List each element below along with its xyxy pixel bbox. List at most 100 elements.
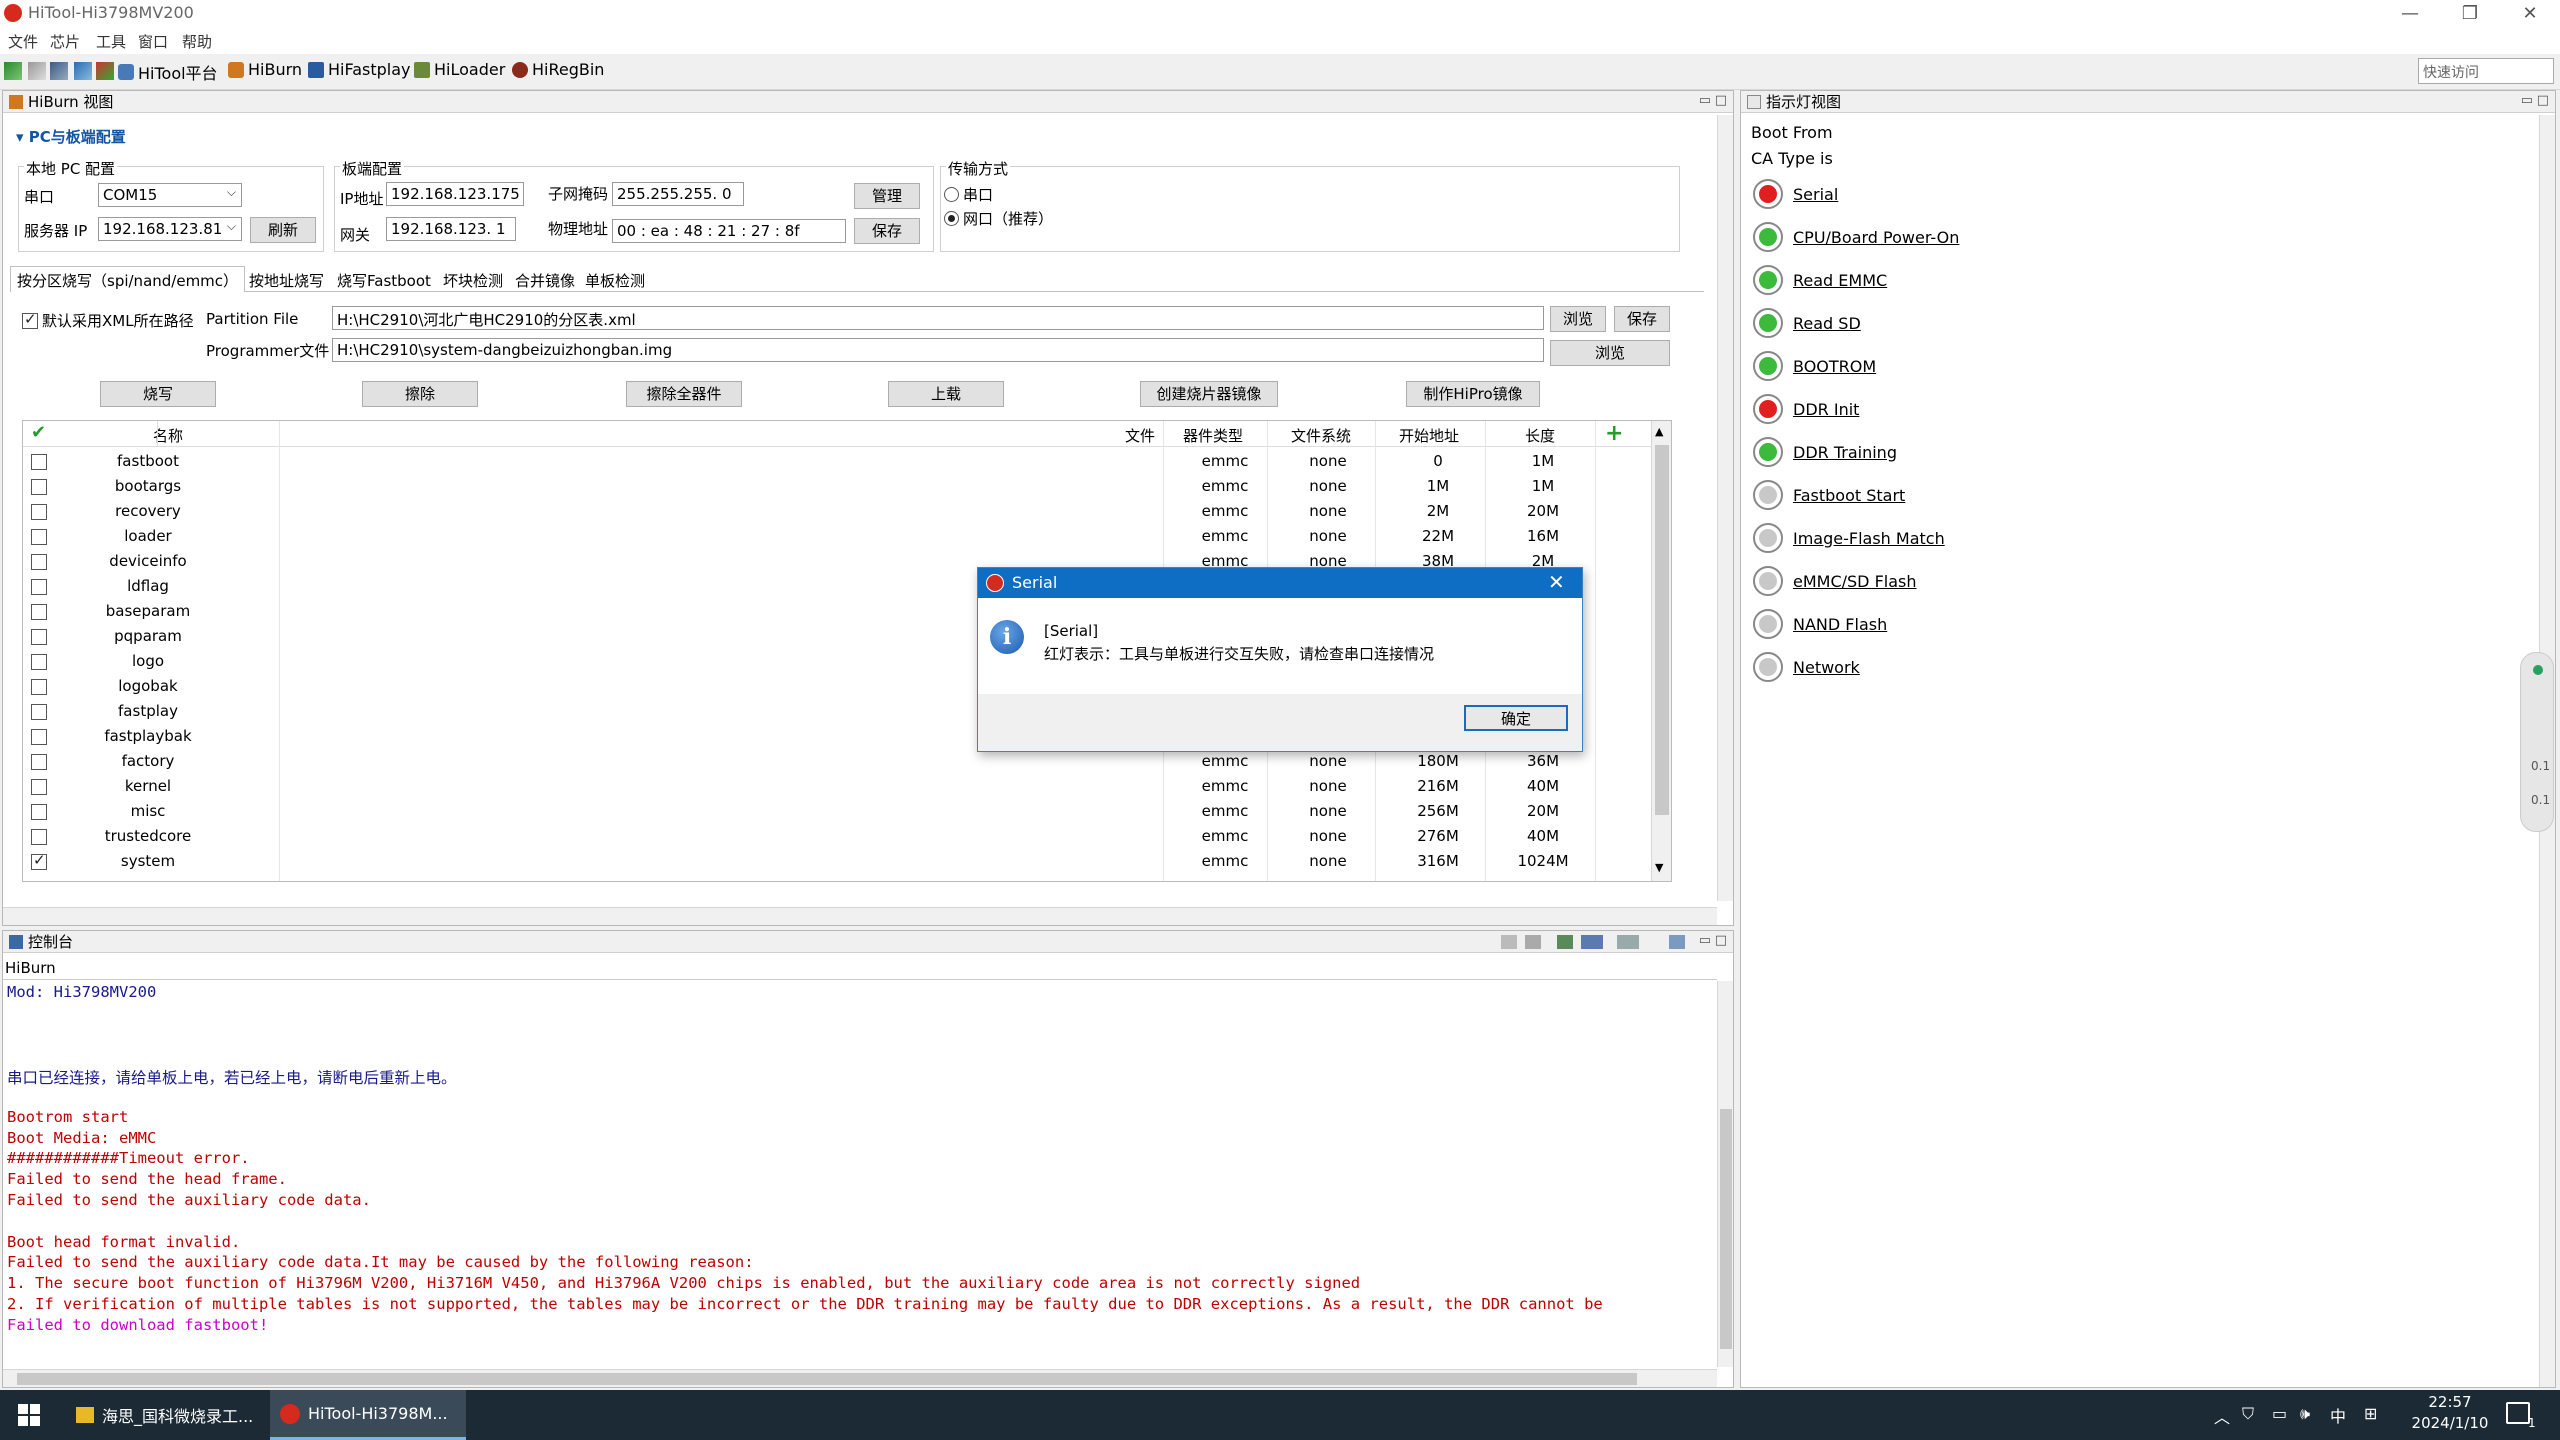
radio-button[interactable] (944, 211, 959, 226)
board-save-button[interactable]: 保存 (854, 218, 920, 244)
console-options-icon[interactable] (1669, 935, 1685, 949)
network-speed-widget[interactable]: 0.1 0.1 (2520, 652, 2554, 832)
menu-file[interactable]: 文件 (8, 31, 38, 52)
table-row[interactable]: trustedcore emmc none 276M 40M (23, 824, 1653, 849)
table-row[interactable]: loader emmc none 22M 16M (23, 524, 1653, 549)
network-icon[interactable]: ▭ (2272, 1404, 2287, 1423)
create-programmer-image-button[interactable]: 创建烧片器镜像 (1140, 381, 1278, 407)
indicator-item[interactable]: Read EMMC (1753, 265, 1887, 295)
shield-icon[interactable]: ⛉ (2242, 1404, 2254, 1424)
tab-board-check[interactable]: 单板检测 (578, 266, 652, 292)
minimize-button[interactable]: — (2380, 0, 2440, 28)
indicator-item[interactable]: Read SD (1753, 308, 1861, 338)
upload-button[interactable]: 上载 (888, 381, 1004, 407)
radio-button[interactable] (944, 187, 959, 202)
indicator-item[interactable]: DDR Training (1753, 437, 1897, 467)
close-button[interactable]: ✕ (2500, 0, 2560, 28)
scroll-up-icon[interactable]: ▲ (1655, 425, 1663, 438)
server-ip-select[interactable]: 192.168.123.81 ⌵ (98, 217, 242, 241)
indicator-item[interactable]: eMMC/SD Flash (1753, 566, 1917, 596)
table-row[interactable]: recovery emmc none 2M 20M (23, 499, 1653, 524)
transfer-serial-radio[interactable]: 串口 (944, 184, 993, 205)
row-checkbox[interactable] (31, 529, 47, 545)
indicator-item[interactable]: CPU/Board Power-On (1753, 222, 1959, 252)
console-vscrollbar[interactable] (1717, 981, 1733, 1367)
indicator-label[interactable]: DDR Training (1793, 443, 1897, 462)
table-vscrollbar[interactable]: ▲ ▼ (1651, 421, 1671, 881)
table-row[interactable]: kernel emmc none 216M 40M (23, 774, 1653, 799)
scroll-thumb[interactable] (1720, 1109, 1732, 1349)
indicator-item[interactable]: Serial (1753, 179, 1838, 209)
volume-icon[interactable]: 🕪 (2300, 1404, 2310, 1424)
row-checkbox[interactable] (31, 754, 47, 770)
use-xml-path-checkbox[interactable]: 默认采用XML所在路径 (22, 310, 194, 331)
indicator-label[interactable]: BOOTROM (1793, 357, 1876, 376)
menu-window[interactable]: 窗口 (138, 31, 168, 52)
partition-save-button[interactable]: 保存 (1614, 306, 1670, 332)
select-all-check-icon[interactable]: ✔ (31, 422, 46, 443)
indicator-label[interactable]: Serial (1793, 185, 1838, 204)
minimize-view-icon[interactable]: ▭ (1699, 933, 1711, 948)
transfer-icon[interactable] (96, 62, 114, 80)
transfer-network-radio[interactable]: 网口（推荐） (944, 208, 1053, 229)
indicator-label[interactable]: Image-Flash Match (1793, 529, 1945, 548)
scroll-down-icon[interactable]: ▼ (1655, 861, 1663, 874)
manage-button[interactable]: 管理 (854, 183, 920, 209)
clear-console-icon[interactable] (1501, 935, 1517, 949)
indicator-label[interactable]: eMMC/SD Flash (1793, 572, 1917, 591)
maximize-button[interactable]: ❐ (2440, 0, 2500, 28)
hiregbin-button[interactable]: HiRegBin (512, 60, 604, 79)
row-checkbox[interactable] (31, 679, 47, 695)
row-checkbox[interactable] (31, 604, 47, 620)
keyboard-icon[interactable]: ⊞ (2364, 1404, 2377, 1423)
minimize-view-icon[interactable]: ▭ (2521, 93, 2533, 108)
minimize-view-icon[interactable]: ▭ (1699, 93, 1711, 108)
ok-button[interactable]: 确定 (1464, 705, 1568, 731)
add-row-icon[interactable]: + (1605, 421, 1623, 446)
tab-fastboot-burn[interactable]: 烧写Fastboot (330, 266, 438, 292)
console-hscrollbar[interactable] (3, 1369, 1717, 1387)
programmer-file-input[interactable]: H:\HC2910\system-dangbeizuizhongban.img (332, 338, 1544, 362)
display-console-icon[interactable] (1581, 935, 1603, 949)
indicator-item[interactable]: Network (1753, 652, 1860, 682)
indicator-label[interactable]: Read EMMC (1793, 271, 1887, 290)
hiburn-button[interactable]: HiBurn (228, 60, 302, 79)
indicator-item[interactable]: Fastboot Start (1753, 480, 1905, 510)
board-ip-input[interactable]: 192.168.123.175 (386, 182, 524, 206)
taskbar-item-explorer[interactable]: 海思_国科微烧录工... (66, 1390, 266, 1440)
burn-button[interactable]: 烧写 (100, 381, 216, 407)
indicator-item[interactable]: NAND Flash (1753, 609, 1887, 639)
table-row[interactable]: system emmc none 316M 1024M (23, 849, 1653, 874)
close-icon[interactable]: ✕ (1548, 570, 1565, 594)
indicator-label[interactable]: DDR Init (1793, 400, 1859, 419)
clock-time[interactable]: 22:57 (2420, 1393, 2480, 1411)
row-checkbox[interactable] (31, 851, 47, 870)
erase-all-button[interactable]: 擦除全器件 (626, 381, 742, 407)
programmer-browse-button[interactable]: 浏览 (1550, 340, 1670, 366)
partition-file-input[interactable]: H:\HC2910\河北广电HC2910的分区表.xml (332, 306, 1544, 330)
menu-tools[interactable]: 工具 (96, 31, 126, 52)
scroll-lock-icon[interactable] (1525, 935, 1541, 949)
erase-button[interactable]: 擦除 (362, 381, 478, 407)
subnet-mask-input[interactable]: 255.255.255. 0 (612, 182, 744, 206)
checkbox[interactable] (22, 310, 38, 329)
row-checkbox[interactable] (31, 454, 47, 470)
make-hipro-image-button[interactable]: 制作HiPro镜像 (1406, 381, 1540, 407)
table-row[interactable]: misc emmc none 256M 20M (23, 799, 1653, 824)
table-row[interactable]: bootargs emmc none 1M 1M (23, 474, 1653, 499)
row-checkbox[interactable] (31, 654, 47, 670)
disconnect-icon[interactable] (28, 62, 46, 80)
tab-partition-burn[interactable]: 按分区烧写（spi/nand/emmc） (10, 266, 246, 292)
chevron-up-icon[interactable]: ︿ (2214, 1404, 2230, 1428)
menu-help[interactable]: 帮助 (182, 31, 212, 52)
hiburn-hscrollbar[interactable] (3, 907, 1717, 925)
row-checkbox[interactable] (31, 804, 47, 820)
serial-port-select[interactable]: COM15 ⌵ (98, 183, 242, 207)
maximize-view-icon[interactable]: □ (1715, 93, 1727, 108)
row-checkbox[interactable] (31, 729, 47, 745)
hifastplay-button[interactable]: HiFastplay (308, 60, 411, 79)
maximize-view-icon[interactable]: □ (1715, 933, 1727, 948)
menu-chip[interactable]: 芯片 (50, 31, 80, 52)
refresh-button[interactable]: 刷新 (250, 217, 316, 243)
connect-icon[interactable] (4, 62, 22, 80)
